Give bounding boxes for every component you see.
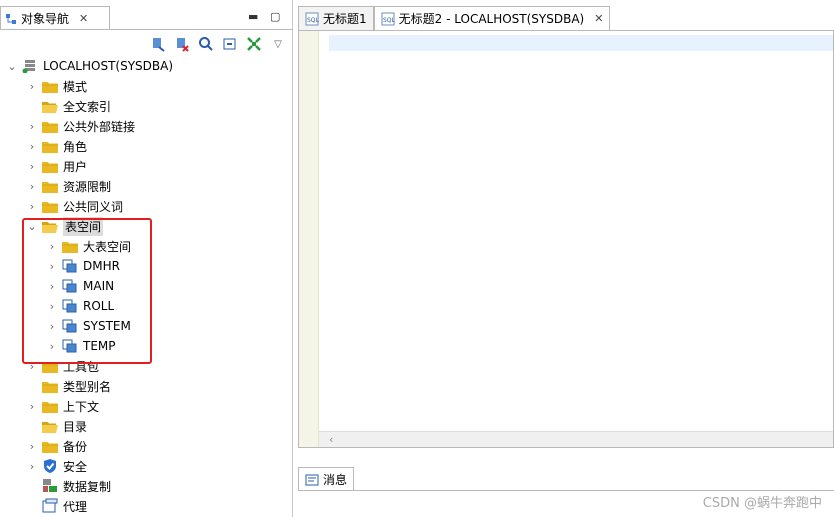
folder-icon <box>42 78 58 94</box>
tree-node[interactable]: › 上下文 <box>0 396 293 416</box>
tree-node[interactable]: › 资源限制 <box>0 176 293 196</box>
folder-icon <box>42 378 58 394</box>
tree-node-label: 公共同义词 <box>63 199 124 214</box>
tree-node[interactable]: › 公共同义词 <box>0 196 293 216</box>
tab-untitled2[interactable]: SQL 无标题2 - LOCALHOST(SYSDBA) ✕ <box>373 6 611 30</box>
message-icon <box>305 474 319 485</box>
tree-node[interactable]: 全文索引 <box>0 96 293 116</box>
shield-icon <box>42 458 58 474</box>
object-navigator-panel: 对象导航 ✕ ▬ ▢ ▽ ⌄ LOCALHOST(SYSDBA) › 模式全文索引 › 公… <box>0 0 293 517</box>
connect-icon[interactable] <box>149 35 167 53</box>
folder-open-icon <box>42 98 58 114</box>
sql-editor[interactable]: ‹ <box>298 30 834 448</box>
object-navigator-tab[interactable]: 对象导航 ✕ <box>0 6 110 30</box>
messages-tab[interactable]: 消息 <box>298 467 355 491</box>
tab-untitled1[interactable]: SQL 无标题1 <box>298 6 374 30</box>
chevron-right-icon[interactable]: › <box>26 180 38 193</box>
tree-node[interactable]: › 用户 <box>0 156 293 176</box>
tree-node-label: LOCALHOST(SYSDBA) <box>43 59 174 73</box>
tree-node[interactable]: › 备份 <box>0 436 293 456</box>
chevron-right-icon[interactable]: › <box>26 400 38 413</box>
watermark: CSDN @蜗牛奔跑中 <box>702 496 822 511</box>
tree-node-label: 模式 <box>63 79 88 94</box>
editor-area: SQL 无标题1 SQL 无标题2 - LOCALHOST(SYSDBA) ✕ … <box>298 0 834 517</box>
tree-node-label: 安全 <box>63 459 88 474</box>
svg-text:SQL: SQL <box>383 17 395 24</box>
svg-text:SQL: SQL <box>307 17 319 24</box>
close-icon[interactable]: ✕ <box>79 12 88 25</box>
folder-icon <box>42 438 58 454</box>
tab-label: 无标题2 - LOCALHOST(SYSDBA) <box>398 12 585 26</box>
collapse-all-icon[interactable] <box>221 35 239 53</box>
tree-node[interactable]: ⌄ LOCALHOST(SYSDBA) <box>0 56 293 76</box>
disconnect-icon[interactable] <box>173 35 191 53</box>
tree-node-label: 公共外部链接 <box>63 119 136 134</box>
chevron-down-icon[interactable]: ⌄ <box>6 60 18 73</box>
sql-file-icon: SQL <box>305 12 319 25</box>
minimize-icon[interactable]: ▬ <box>248 10 258 23</box>
tree-node-label: 用户 <box>63 159 88 174</box>
folder-icon <box>42 198 58 214</box>
highlight-box <box>22 218 152 364</box>
tree-node-label: 备份 <box>63 439 88 454</box>
tree-node-label: 类型别名 <box>63 379 112 394</box>
tree-node[interactable]: › 角色 <box>0 136 293 156</box>
tree-node-label: 数据复制 <box>63 479 112 494</box>
tree-node-label: 资源限制 <box>63 179 112 194</box>
tree-node[interactable]: 数据复制 <box>0 476 293 496</box>
tree-node[interactable]: › 公共外部链接 <box>0 116 293 136</box>
editor-tabs: SQL 无标题1 SQL 无标题2 - LOCALHOST(SYSDBA) ✕ <box>298 6 611 30</box>
scroll-left-icon[interactable]: ‹ <box>329 433 333 446</box>
close-icon[interactable]: ✕ <box>594 12 603 25</box>
tree-node[interactable]: 目录 <box>0 416 293 436</box>
tree-node[interactable]: › 模式 <box>0 76 293 96</box>
folder-icon <box>42 138 58 154</box>
sql-file-icon: SQL <box>381 12 395 25</box>
navigator-toolbar: ▽ <box>0 31 293 57</box>
messages-tab-label: 消息 <box>323 473 348 487</box>
folder-icon <box>42 178 58 194</box>
navigator-icon <box>6 13 16 24</box>
tree-node[interactable]: › 安全 <box>0 456 293 476</box>
folder-icon <box>42 158 58 174</box>
chevron-right-icon[interactable]: › <box>26 120 38 133</box>
tree-node[interactable]: 代理 <box>0 496 293 516</box>
view-menu-icon[interactable]: ▽ <box>269 35 287 53</box>
object-navigator-tab-label: 对象导航 <box>21 12 70 26</box>
maximize-icon[interactable]: ▢ <box>270 10 280 23</box>
chevron-right-icon[interactable]: › <box>26 460 38 473</box>
tree-node-label: 代理 <box>63 499 88 514</box>
chevron-right-icon[interactable]: › <box>26 80 38 93</box>
agent-icon <box>42 498 58 514</box>
chevron-right-icon[interactable]: › <box>26 200 38 213</box>
current-line-highlight <box>329 35 833 51</box>
folder-open-icon <box>42 418 58 434</box>
chevron-right-icon[interactable]: › <box>26 440 38 453</box>
tree-node-label: 目录 <box>63 419 88 434</box>
chevron-right-icon[interactable]: › <box>26 160 38 173</box>
horizontal-scrollbar[interactable]: ‹ <box>319 431 833 447</box>
folder-icon <box>42 398 58 414</box>
line-gutter <box>299 31 319 447</box>
search-icon[interactable] <box>197 35 215 53</box>
expand-icon[interactable] <box>245 35 263 53</box>
folder-icon <box>42 118 58 134</box>
tree-node-label: 全文索引 <box>63 99 112 114</box>
tab-label: 无标题1 <box>323 12 367 26</box>
tree-node[interactable]: 类型别名 <box>0 376 293 396</box>
tree-node-label: 上下文 <box>63 399 100 414</box>
replication-icon <box>42 478 58 494</box>
chevron-right-icon[interactable]: › <box>26 140 38 153</box>
tree-node-label: 角色 <box>63 139 88 154</box>
server-icon <box>22 58 38 74</box>
